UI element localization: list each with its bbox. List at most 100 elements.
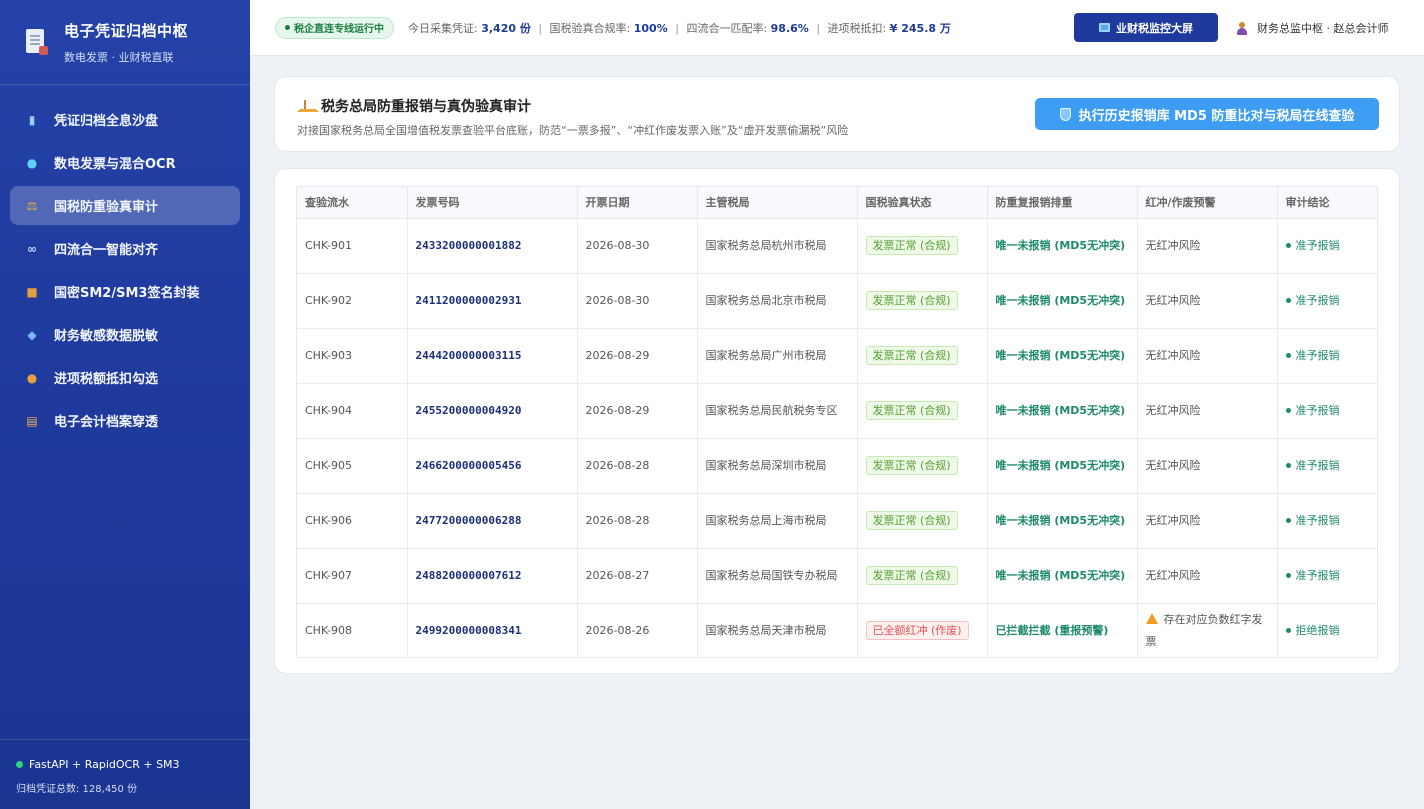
column-header: 审计结论 [1277,187,1377,219]
sidebar-item[interactable]: ▤ 电子会计档案穿透 [10,401,240,440]
conclusion-text: 准予报销 [1295,568,1340,582]
conclusion-dot-icon [1285,243,1291,248]
scale-icon: ⚖ [26,198,38,213]
table-row: CHK-901 2433200000001882 2026-08-30 国家税务总局杭… [297,218,1377,274]
verify-status-cell: 发票正常 (合规) [857,273,988,329]
verify-status-cell: 发票正常 (合规) [857,493,988,549]
invoice-date-cell: 2026-08-26 [577,603,698,657]
audit-conclusion-cell: 准予报销 [1277,273,1377,329]
invoice-number-cell[interactable]: 2499200000008341 [407,603,578,657]
column-header: 开票日期 [577,187,698,219]
status-badge: 发票正常 (合规) [865,290,958,310]
dedup-cell: 唯一未报销 (MD5无冲突) [987,328,1138,384]
link-icon: ∞ [27,241,37,256]
check-id-cell: CHK-902 [297,273,408,329]
shield-icon [1059,107,1071,121]
warning-text: 无红冲风险 [1145,293,1201,307]
status-badge: 发票正常 (合规) [865,345,958,365]
audit-conclusion-cell: 拒绝报销 [1277,603,1377,657]
shield-icon: ◆ [27,327,37,342]
red-flush-warning-cell: 存在对应负数红字发票 [1137,603,1278,657]
column-header: 发票号码 [407,187,578,219]
archive-total: 归档凭证总数: 128,450 份 [16,784,138,795]
invoice-date-cell: 2026-08-27 [577,548,698,604]
audit-conclusion-cell: 准予报销 [1277,383,1377,439]
bar-chart-icon: ▮ [28,112,36,127]
sidebar-item[interactable]: ▮ 凭证归档全息沙盘 [10,100,240,139]
magnifier-icon: ● [26,155,38,170]
invoice-number-cell[interactable]: 2477200000006288 [407,493,578,549]
sidebar-item-label: 财务敏感数据脱敏 [54,329,159,344]
page-title: 税务总局防重报销与真伪验真审计 [297,96,531,116]
user-profile[interactable]: 财务总监中枢 · 赵总会计师 [1236,20,1389,36]
dedup-cell: 唯一未报销 (MD5无冲突) [987,383,1138,439]
metric-separator: | [538,21,543,35]
warning-text: 存在对应负数红字发票 [1145,612,1263,648]
metric-verify-value: 100% [633,21,668,35]
sidebar-item-label: 电子会计档案穿透 [54,415,159,430]
tax-bureau-cell: 国家税务总局深圳市税局 [697,438,858,494]
metric-deduct-label: 进项税抵扣: [827,21,890,35]
sidebar-item-label: 凭证归档全息沙盘 [54,114,159,129]
verify-status-cell: 发票正常 (合规) [857,218,988,274]
invoice-number-cell[interactable]: 2466200000005456 [407,438,578,494]
user-avatar-icon [1236,21,1248,35]
column-header: 查验流水 [297,187,408,219]
sidebar-item[interactable]: ● 进项税额抵扣勾选 [10,358,240,397]
status-badge: 发票正常 (合规) [865,455,958,475]
audit-conclusion-cell: 准予报销 [1277,218,1377,274]
tax-bureau-cell: 国家税务总局民航税务专区 [697,383,858,439]
status-badge: 发票正常 (合规) [865,400,958,420]
table-header-row: 查验流水 发票号码 开票日期 主管税局 国税验真状态 防重复报销排重 红冲/作废预警 审计结论 [297,187,1377,219]
invoice-number-cell[interactable]: 2455200000004920 [407,383,578,439]
sidebar-item[interactable]: ∞ 四流合一智能对齐 [10,229,240,268]
check-id-cell: CHK-906 [297,493,408,549]
invoice-number-cell[interactable]: 2488200000007612 [407,548,578,604]
online-dot-icon [16,761,23,768]
run-md5-check-button[interactable]: 执行历史报销库 MD5 防重比对与税局在线查验 [1035,98,1379,130]
conclusion-dot-icon [1285,518,1291,523]
sidebar-item[interactable]: ■ 国密SM2/SM3签名封装 [10,272,240,311]
invoice-number-cell[interactable]: 2444200000003115 [407,328,578,384]
red-flush-warning-cell: 无红冲风险 [1137,383,1278,439]
metric-separator: | [675,21,679,35]
conclusion-text: 准予报销 [1295,513,1340,527]
monitor-screen-button[interactable]: 业财税监控大屏 [1074,13,1218,42]
metric-match-value: 98.6% [770,21,809,35]
sidebar-item[interactable]: ⚖ 国税防重验真审计 [10,186,240,225]
tech-stack: FastAPI + RapidOCR + SM3 [16,758,250,771]
run-md5-check-label: 执行历史报销库 MD5 防重比对与税局在线查验 [1078,108,1355,124]
dedup-cell: 唯一未报销 (MD5无冲突) [987,493,1138,549]
metrics-strip: 今日采集凭证: 3,420 份 | 国税验真合规率: 100% | 四流合一匹配… [408,20,951,36]
scroll-icon: ▤ [26,413,38,428]
page-title-text: 税务总局防重报销与真伪验真审计 [321,99,531,115]
invoice-number-cell[interactable]: 2433200000001882 [407,218,578,274]
check-id-cell: CHK-904 [297,383,408,439]
user-name: 财务总监中枢 · 赵总会计师 [1257,22,1389,35]
invoice-number-cell[interactable]: 2411200000002931 [407,273,578,329]
red-flush-warning-cell: 无红冲风险 [1137,548,1278,604]
check-id-cell: CHK-901 [297,218,408,274]
conclusion-text: 准予报销 [1295,403,1340,417]
invoice-date-cell: 2026-08-30 [577,273,698,329]
sidebar-item[interactable]: ● 数电发票与混合OCR [10,143,240,182]
sidebar-item-label: 数电发票与混合OCR [54,157,176,172]
conclusion-text: 拒绝报销 [1295,623,1340,637]
metric-deduct-value: ¥ 245.8 万 [889,21,951,35]
lock-icon: ■ [26,284,38,299]
brand-title: 电子凭证归档中枢 [64,21,189,40]
monitor-icon [1099,23,1110,32]
sidebar-item[interactable]: ◆ 财务敏感数据脱敏 [10,315,240,354]
warning-text: 无红冲风险 [1145,238,1201,252]
sidebar-item-label: 四流合一智能对齐 [54,243,159,258]
column-header: 主管税局 [697,187,858,219]
red-flush-warning-cell: 无红冲风险 [1137,273,1278,329]
table-body: CHK-901 2433200000001882 2026-08-30 国家税务总局杭… [297,218,1377,657]
warning-icon [1145,612,1158,624]
table-row: CHK-905 2466200000005456 2026-08-28 国家税务总局深… [297,438,1377,494]
conclusion-text: 准予报销 [1295,348,1340,362]
sidebar-item-label: 国税防重验真审计 [54,200,159,215]
status-badge: 税企直连专线运行中 [275,16,394,39]
check-id-cell: CHK-908 [297,603,408,657]
tech-stack-label: FastAPI + RapidOCR + SM3 [29,758,180,771]
